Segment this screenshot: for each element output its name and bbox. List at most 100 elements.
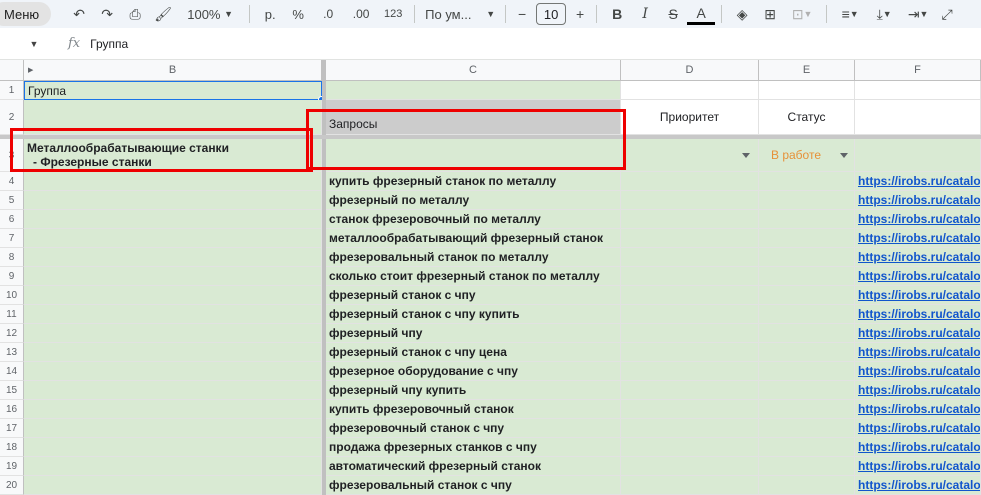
row-header[interactable]: 14 xyxy=(0,362,24,381)
url-link[interactable]: https://irobs.ru/catalo xyxy=(858,212,980,226)
menu-button[interactable]: Меню xyxy=(0,2,52,26)
url-link[interactable]: https://irobs.ru/catalo xyxy=(858,269,980,283)
decrease-decimal-button[interactable]: .0 xyxy=(312,2,344,26)
status-cell[interactable] xyxy=(759,419,855,438)
row-header[interactable]: 8 xyxy=(0,248,24,267)
url-cell[interactable]: https://irobs.ru/catalo xyxy=(855,476,981,495)
url-cell[interactable]: https://irobs.ru/catalo xyxy=(855,381,981,400)
cell-c2[interactable]: Запросы xyxy=(326,100,621,135)
status-cell[interactable] xyxy=(759,267,855,286)
priority-cell[interactable] xyxy=(621,172,759,191)
cell-c3[interactable] xyxy=(326,139,621,172)
cell-b[interactable] xyxy=(24,229,322,248)
query-cell[interactable]: фрезерный станок с чпу купить xyxy=(326,305,621,324)
query-cell[interactable]: продажа фрезерных станков с чпу xyxy=(326,438,621,457)
print-icon[interactable]: ⎙ xyxy=(121,2,149,26)
row-header[interactable]: 2 xyxy=(0,100,24,135)
status-cell[interactable] xyxy=(759,305,855,324)
row-header[interactable]: 10 xyxy=(0,286,24,305)
priority-cell[interactable] xyxy=(621,229,759,248)
cell-b[interactable] xyxy=(24,362,322,381)
cell-b[interactable] xyxy=(24,286,322,305)
cell-b[interactable] xyxy=(24,210,322,229)
row-header[interactable]: 13 xyxy=(0,343,24,362)
cell-d3-priority-dropdown[interactable] xyxy=(621,139,759,172)
horizontal-align-icon[interactable]: ≡ ▼ xyxy=(833,2,867,26)
column-header-d[interactable]: D xyxy=(621,60,759,81)
row-header[interactable]: 7 xyxy=(0,229,24,248)
cell-b[interactable] xyxy=(24,267,322,286)
row-header[interactable]: 9 xyxy=(0,267,24,286)
row-header[interactable]: 5 xyxy=(0,191,24,210)
borders-icon[interactable]: ⊞ xyxy=(756,2,784,26)
font-size-input[interactable]: 10 xyxy=(536,3,567,25)
status-cell[interactable] xyxy=(759,457,855,476)
url-link[interactable]: https://irobs.ru/catalo xyxy=(858,364,980,378)
cell-b[interactable] xyxy=(24,400,322,419)
row-header[interactable]: 17 xyxy=(0,419,24,438)
url-cell[interactable]: https://irobs.ru/catalo xyxy=(855,324,981,343)
row-header[interactable]: 4 xyxy=(0,172,24,191)
query-cell[interactable]: фрезерный чпу купить xyxy=(326,381,621,400)
cell-d1[interactable] xyxy=(621,81,759,100)
priority-cell[interactable] xyxy=(621,305,759,324)
status-cell[interactable] xyxy=(759,381,855,400)
select-all-corner[interactable] xyxy=(0,60,24,81)
status-cell[interactable] xyxy=(759,362,855,381)
url-cell[interactable]: https://irobs.ru/catalo xyxy=(855,457,981,476)
priority-cell[interactable] xyxy=(621,343,759,362)
priority-cell[interactable] xyxy=(621,419,759,438)
row-header[interactable]: 6 xyxy=(0,210,24,229)
url-link[interactable]: https://irobs.ru/catalo xyxy=(858,383,980,397)
cell-b[interactable] xyxy=(24,438,322,457)
cell-b1[interactable]: Группа xyxy=(24,81,322,100)
cell-b[interactable] xyxy=(24,305,322,324)
priority-cell[interactable] xyxy=(621,476,759,495)
status-cell[interactable] xyxy=(759,438,855,457)
cell-b3[interactable]: Металлообрабатывающие станки - Фрезерные… xyxy=(24,139,322,172)
priority-cell[interactable] xyxy=(621,286,759,305)
font-size-increase-button[interactable]: + xyxy=(570,2,590,26)
url-cell[interactable]: https://irobs.ru/catalo xyxy=(855,438,981,457)
cell-b[interactable] xyxy=(24,248,322,267)
url-link[interactable]: https://irobs.ru/catalo xyxy=(858,174,980,188)
status-cell[interactable] xyxy=(759,400,855,419)
cell-b[interactable] xyxy=(24,343,322,362)
url-cell[interactable]: https://irobs.ru/catalo xyxy=(855,172,981,191)
redo-icon[interactable]: ↷ xyxy=(93,2,121,26)
undo-icon[interactable]: ↶ xyxy=(65,2,93,26)
url-link[interactable]: https://irobs.ru/catalo xyxy=(858,440,980,454)
status-cell[interactable] xyxy=(759,248,855,267)
url-link[interactable]: https://irobs.ru/catalo xyxy=(858,402,980,416)
row-header[interactable]: 11 xyxy=(0,305,24,324)
row-header[interactable]: 20 xyxy=(0,476,24,495)
url-cell[interactable]: https://irobs.ru/catalo xyxy=(855,229,981,248)
query-cell[interactable]: сколько стоит фрезерный станок по металл… xyxy=(326,267,621,286)
column-header-b[interactable]: ▶ B xyxy=(24,60,322,81)
text-color-button[interactable]: A xyxy=(687,3,716,25)
cell-b[interactable] xyxy=(24,191,322,210)
priority-cell[interactable] xyxy=(621,438,759,457)
text-rotation-icon[interactable]: ⤢ xyxy=(935,2,959,26)
status-cell[interactable] xyxy=(759,229,855,248)
query-cell[interactable]: фрезеровальный станок по металлу xyxy=(326,248,621,267)
url-link[interactable]: https://irobs.ru/catalo xyxy=(858,478,980,492)
status-cell[interactable] xyxy=(759,172,855,191)
vertical-align-icon[interactable]: ⤓ ▼ xyxy=(867,2,901,26)
query-cell[interactable]: фрезерный станок с чпу цена xyxy=(326,343,621,362)
priority-cell[interactable] xyxy=(621,210,759,229)
cell-f2[interactable] xyxy=(855,100,981,135)
query-cell[interactable]: фрезерный по металлу xyxy=(326,191,621,210)
url-link[interactable]: https://irobs.ru/catalo xyxy=(858,421,980,435)
url-cell[interactable]: https://irobs.ru/catalo xyxy=(855,362,981,381)
zoom-select[interactable]: 100% ▼ xyxy=(177,2,243,26)
url-link[interactable]: https://irobs.ru/catalo xyxy=(858,326,980,340)
cell-c1[interactable] xyxy=(326,81,621,100)
cell-b[interactable] xyxy=(24,172,322,191)
status-cell[interactable] xyxy=(759,324,855,343)
row-header[interactable]: 18 xyxy=(0,438,24,457)
cell-e3-status-dropdown[interactable]: В работе xyxy=(759,139,855,172)
paint-format-icon[interactable]: 🖌 xyxy=(149,2,177,26)
fill-color-icon[interactable]: ◈ xyxy=(728,2,756,26)
query-cell[interactable]: металлообрабатывающий фрезерный станок xyxy=(326,229,621,248)
